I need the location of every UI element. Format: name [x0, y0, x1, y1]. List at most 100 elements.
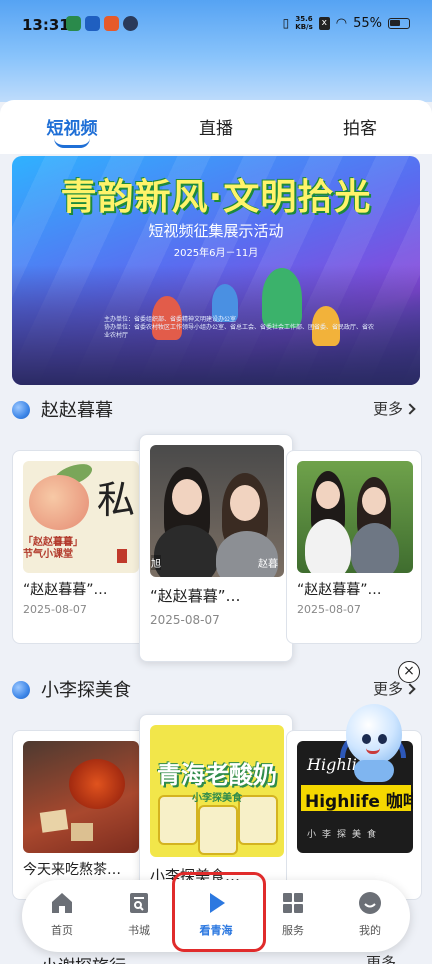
person-body	[154, 525, 218, 577]
tab-label: 拍客	[343, 119, 377, 139]
mascot-eye	[378, 734, 387, 744]
tab-live[interactable]: 直播	[144, 100, 288, 154]
video-card[interactable]: 旭 赵暮 “赵赵暮暮”… 2025-08-07	[139, 434, 293, 662]
nav-label: 我的	[359, 924, 381, 937]
assistant-mascot[interactable]	[340, 704, 406, 784]
highlight-box	[172, 872, 266, 952]
status-bar: 13:31 ▯ 35.6 KB/s x ◠ 55%	[0, 0, 432, 50]
tab-short-video[interactable]: 短视频	[0, 100, 144, 154]
video-card[interactable]: 今天来吃熬茶…	[12, 730, 148, 900]
mascot-eye	[362, 734, 371, 744]
grid-icon	[280, 890, 306, 916]
banner-subtitle: 短视频征集展示活动	[148, 222, 284, 240]
card-date: 2025-08-07	[23, 603, 87, 616]
nav-profile[interactable]: 我的	[335, 890, 405, 938]
seal-stamp	[117, 549, 127, 563]
nav-label: 服务	[282, 924, 304, 937]
battery-icon	[388, 17, 410, 29]
name-tag: 旭	[151, 555, 161, 570]
section-dot-icon	[12, 681, 30, 699]
more-label: 更多	[372, 400, 403, 418]
card-date: 2025-08-07	[150, 613, 220, 627]
video-card[interactable]: 青海老酸奶 小李探美食 小李探美食…	[139, 714, 293, 894]
video-card[interactable]: 私 「赵赵暮暮」 节气小课堂 “赵赵暮暮”… 2025-08-07	[12, 450, 148, 644]
person-body	[216, 531, 278, 577]
notification-icons	[66, 16, 138, 31]
calligraphy-art: 私	[96, 478, 135, 522]
banner-fine-print: 主办单位：省委组织部、省委精神文明建设办公室 协办单位：省委农村牧区工作领导小组…	[104, 316, 374, 340]
tofu-art	[71, 823, 93, 841]
promo-banner[interactable]: 青韵新风·文明拾光 短视频征集展示活动 2025年6月－11月 主办单位：省委组…	[12, 156, 420, 385]
net-speed-unit: KB/s	[295, 23, 313, 31]
mascot-body	[354, 760, 394, 782]
thumbnail-caption: 「赵赵暮暮」 节气小课堂	[23, 537, 83, 561]
net-speed: 35.6 KB/s	[295, 15, 312, 31]
thumbnail-caption: 小李探美食	[307, 830, 383, 840]
thumbnail-caption-line: 节气小课堂	[23, 549, 73, 560]
person-face	[172, 479, 202, 515]
close-icon[interactable]: ×	[398, 661, 420, 683]
person-body	[351, 523, 399, 573]
content-tabs: 短视频 直播 拍客	[0, 100, 432, 154]
more-link[interactable]: 更多	[372, 398, 416, 419]
peach-art	[29, 475, 89, 530]
status-right: ▯ 35.6 KB/s x ◠ 55%	[283, 15, 410, 31]
person-face	[362, 487, 386, 515]
mascot-head	[346, 704, 402, 764]
thumbnail-caption: 小李探美食	[192, 793, 242, 804]
nav-bookstore[interactable]: 书城	[104, 890, 174, 938]
section-title: 赵赵暮暮	[41, 400, 113, 421]
video-thumbnail: 私 「赵赵暮暮」 节气小课堂	[23, 461, 139, 573]
video-thumbnail	[23, 741, 139, 853]
yogurt-cup	[198, 805, 238, 855]
card-date: 2025-08-07	[297, 603, 361, 616]
banner-organizers: 主办单位：省委组织部、省委精神文明建设办公室	[104, 316, 237, 323]
more-link[interactable]: 更多	[366, 952, 396, 964]
card-title: “赵赵暮暮”…	[23, 582, 108, 598]
chevron-right-icon	[404, 683, 416, 695]
nav-services[interactable]: 服务	[258, 890, 328, 938]
name-tag: 赵暮	[258, 559, 278, 570]
active-tab-indicator	[54, 138, 90, 148]
section-title: 小谢探旅行	[41, 952, 126, 964]
person-body	[305, 519, 351, 573]
app-notification-icon	[66, 16, 81, 31]
person-face	[230, 485, 260, 521]
bookstore-icon	[126, 890, 152, 916]
section-header: 小谢探旅行 更多	[12, 952, 420, 964]
cafe-sign-text: Highlife 咖啡	[305, 792, 413, 812]
video-thumbnail: 青海老酸奶 小李探美食	[150, 725, 284, 857]
app-notification-icon	[85, 16, 100, 31]
chevron-right-icon	[404, 403, 416, 415]
nav-home[interactable]: 首页	[27, 890, 97, 938]
nav-label: 书城	[128, 924, 150, 937]
chili-oil-art	[69, 759, 125, 809]
video-thumbnail: 旭 赵暮	[150, 445, 284, 577]
banner-co-organizers: 协办单位：省委农村牧区工作领导小组办公室、省总工会、省委社会工作部、团省委、省民…	[104, 324, 375, 339]
cloud-icon	[123, 16, 138, 31]
tab-label: 短视频	[46, 119, 98, 139]
wifi-icon: ◠	[335, 15, 348, 31]
battery-percent: 55%	[353, 15, 382, 31]
tofu-art	[39, 809, 69, 833]
vibrate-icon: ▯	[282, 16, 290, 30]
app-notification-icon	[104, 16, 119, 31]
video-thumbnail	[297, 461, 413, 573]
tab-reporter[interactable]: 拍客	[288, 100, 432, 154]
card-title: “赵赵暮暮”…	[297, 582, 382, 598]
card-title: 今天来吃熬茶…	[23, 862, 121, 878]
section-title: 小李探美食	[41, 680, 131, 701]
thumbnail-headline: 青海老酸奶	[157, 761, 277, 789]
section-header: 小李探美食 更多	[12, 674, 420, 702]
banner-date: 2025年6月－11月	[173, 248, 259, 259]
thumbnail-caption-line: 「赵赵暮暮」	[23, 537, 83, 548]
section-header: 赵赵暮暮 更多	[12, 394, 420, 422]
person-face	[316, 481, 340, 509]
video-card[interactable]: “赵赵暮暮”… 2025-08-07	[286, 450, 422, 644]
tab-label: 直播	[199, 119, 233, 139]
more-label: 更多	[372, 680, 403, 698]
profile-icon	[357, 890, 383, 916]
card-title: “赵赵暮暮”…	[150, 587, 241, 605]
section-dot-icon	[12, 401, 30, 419]
banner-title: 青韵新风·文明拾光	[60, 177, 372, 218]
